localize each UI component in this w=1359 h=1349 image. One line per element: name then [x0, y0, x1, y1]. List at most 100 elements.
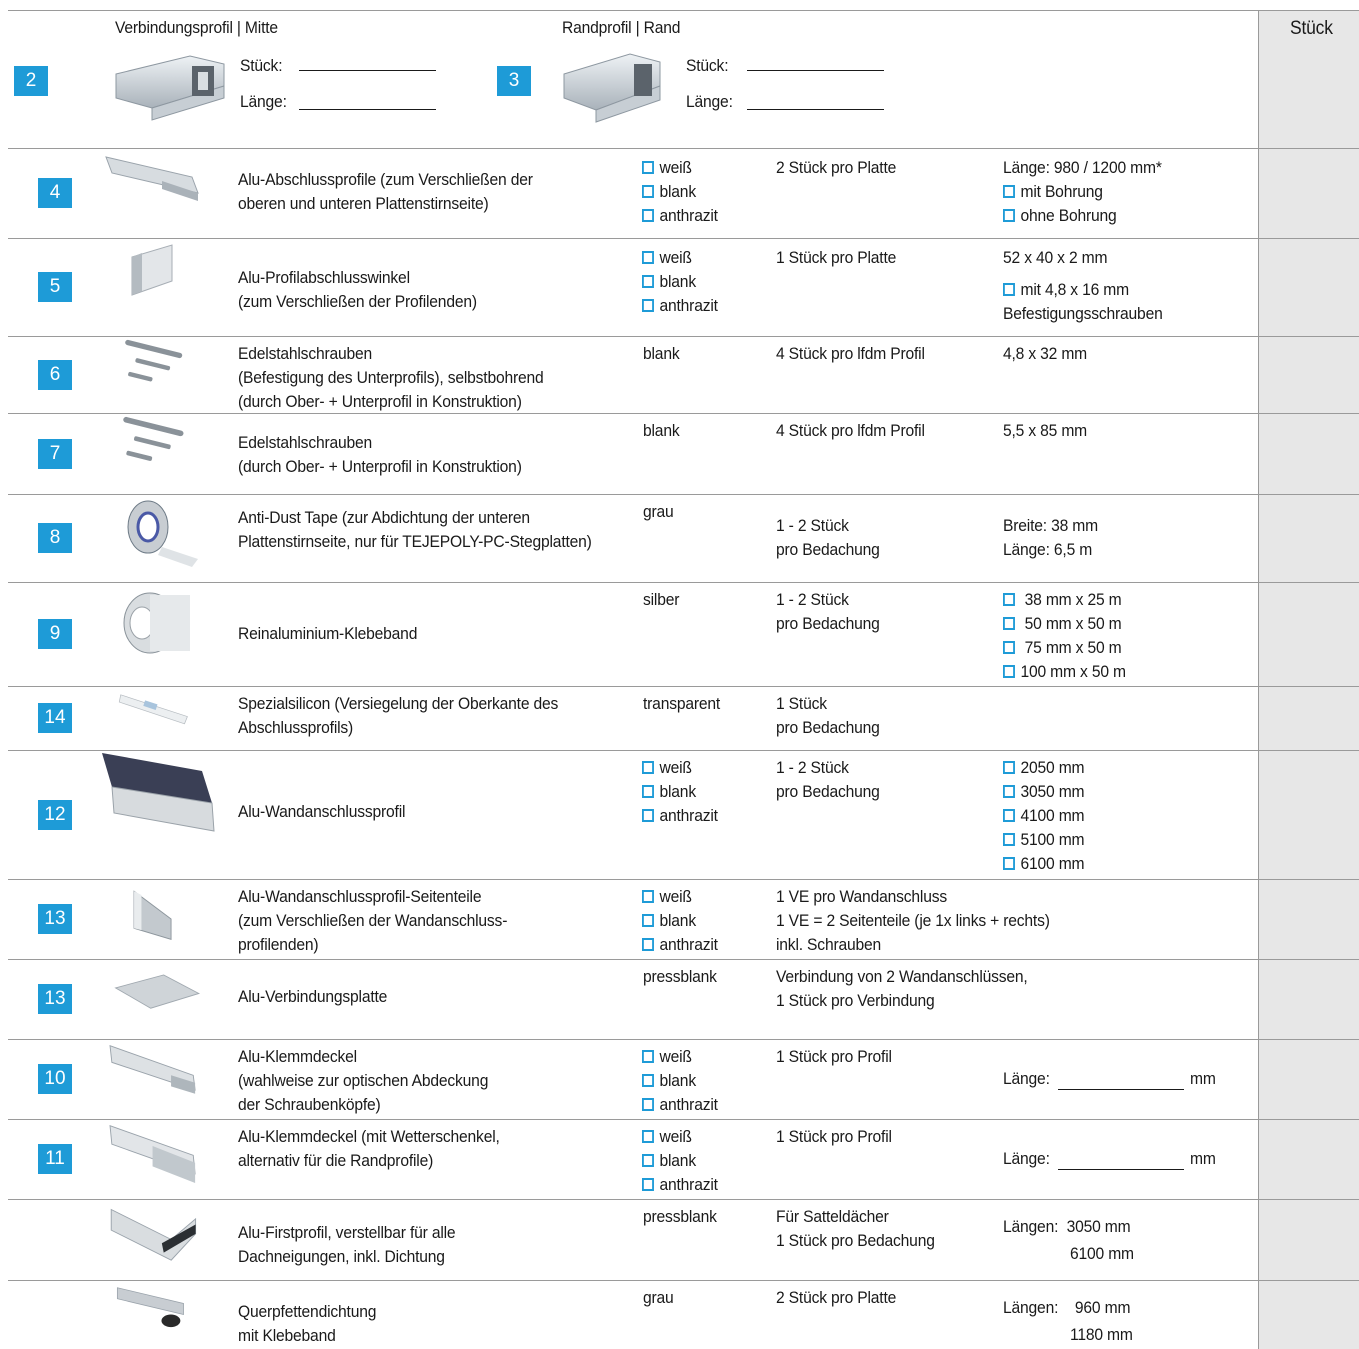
- item-row-5-spec: 52 x 40 x 2 mm: [1003, 248, 1108, 267]
- item-row-5-spec-option-checkbox[interactable]: [1003, 283, 1015, 296]
- item-row-7-badge: 7: [38, 438, 72, 469]
- stueck-column-border: [1258, 10, 1259, 1349]
- item-row-10-color-option-checkbox[interactable]: [642, 1074, 654, 1087]
- item-row-4-spec-option: ohne Bohrung: [1003, 204, 1117, 228]
- item-row-11-product-image: [102, 1122, 217, 1196]
- item-row-12-color-option-checkbox[interactable]: [642, 809, 654, 822]
- stueck-column[interactable]: [1258, 10, 1359, 1349]
- item-row-5-badge: 5: [38, 272, 72, 302]
- item2-laenge-field[interactable]: [299, 91, 436, 110]
- item-row-10-length-field[interactable]: [1058, 1071, 1184, 1090]
- item-row-13-color-option-checkbox[interactable]: [642, 890, 654, 903]
- item-row-7-quantity: 4 Stück pro lfdm Profil: [776, 421, 925, 440]
- item-row-5-description: (zum Verschließen der Profilenden): [238, 292, 477, 311]
- item-row-12-color-option-checkbox[interactable]: [642, 785, 654, 798]
- row-divider: [8, 148, 1359, 149]
- item2-badge: 2: [14, 66, 48, 96]
- item-row-10-color-option-checkbox[interactable]: [642, 1050, 654, 1063]
- randprofil-image: [560, 50, 665, 124]
- item-row-5-color-option-checkbox[interactable]: [642, 275, 654, 288]
- item-row-13-color-option-checkbox[interactable]: [642, 914, 654, 927]
- item-row-6-description: (durch Ober- + Unterprofil in Konstrukti…: [238, 392, 522, 411]
- item-row-4-color-option-checkbox[interactable]: [642, 161, 654, 174]
- item-row-13-color-option-label: anthrazit: [659, 935, 718, 954]
- item-row-12-spec-option-checkbox[interactable]: [1003, 833, 1015, 846]
- item-row-9-spec-option-label: 100 mm x 50 m: [1020, 662, 1126, 681]
- item-row-13-product-image: [102, 962, 217, 1036]
- item-row-10-quantity: 1 Stück pro Profil: [776, 1047, 892, 1066]
- item-row-9-spec-option-checkbox[interactable]: [1003, 665, 1015, 678]
- item-row-4-color-option-checkbox[interactable]: [642, 209, 654, 222]
- item-row-8-quantity: 1 - 2 Stück: [776, 516, 849, 535]
- item-row-12-spec-option-label: 5100 mm: [1020, 830, 1085, 849]
- item-row-9-spec-option-label: 38 mm x 25 m: [1020, 590, 1122, 609]
- item-row-10-description: der Schraubenköpfe): [238, 1095, 381, 1114]
- item-row-7-description: Edelstahlschrauben: [238, 433, 373, 452]
- item-row-11-color-option-checkbox[interactable]: [642, 1154, 654, 1167]
- item-row-12-spec-option-checkbox[interactable]: [1003, 809, 1015, 822]
- row-divider: [8, 413, 1359, 414]
- item-row-13-color-option: blank: [642, 909, 696, 933]
- item-row-4-description: oberen und unteren Plattenstirnseite): [238, 194, 489, 213]
- item3-stueck-field[interactable]: [747, 52, 884, 71]
- item-row-4-spec-option: mit Bohrung: [1003, 180, 1103, 204]
- item-row-12-spec-option-checkbox[interactable]: [1003, 785, 1015, 798]
- item-row-9-spec-option-checkbox[interactable]: [1003, 641, 1015, 654]
- item-row-12-quantity: 1 - 2 Stück: [776, 758, 849, 777]
- item-row-10-color-option-checkbox[interactable]: [642, 1098, 654, 1111]
- item-row-12-spec-option-checkbox[interactable]: [1003, 857, 1015, 870]
- item-row-11-color-option-checkbox[interactable]: [642, 1178, 654, 1191]
- item-row-5-quantity: 1 Stück pro Platte: [776, 248, 897, 267]
- item-row-9-spec-option: 50 mm x 50 m: [1003, 612, 1122, 636]
- item-row-4-color-option-label: blank: [659, 182, 696, 201]
- item-row-4-spec-option-checkbox[interactable]: [1003, 185, 1015, 198]
- item-row-9-product-image: [102, 585, 217, 665]
- item-row-5-spec-option: mit 4,8 x 16 mm: [1003, 278, 1129, 302]
- item-row-5-color-option-checkbox[interactable]: [642, 299, 654, 312]
- item-row-14-description: Abschlussprofils): [238, 718, 354, 737]
- item3-laenge-field[interactable]: [747, 91, 884, 110]
- item-row-9-spec-option-checkbox[interactable]: [1003, 617, 1015, 630]
- item-row-12-color-option-checkbox[interactable]: [642, 761, 654, 774]
- item-row-5-color-option-checkbox[interactable]: [642, 251, 654, 264]
- row-divider: [8, 750, 1359, 751]
- item-row-13-badge: 13: [38, 904, 72, 934]
- item-row-9-spec-option-label: 75 mm x 50 m: [1020, 638, 1122, 657]
- item-row-10-length-unit: mm: [1190, 1069, 1216, 1088]
- item-row-12-color-option-label: weiß: [659, 758, 692, 777]
- item-row-x12-quantity: Für Satteldächer: [776, 1207, 889, 1226]
- item-row-6-product-image: [102, 339, 217, 410]
- item3-stueck-label: Stück:: [686, 56, 729, 75]
- row-divider: [8, 686, 1359, 687]
- item-row-12-spec-option-label: 6100 mm: [1020, 854, 1085, 873]
- item-row-12-product-image: [102, 753, 217, 833]
- item-row-10-color-option-label: blank: [659, 1071, 696, 1090]
- item-row-11-color-option-checkbox[interactable]: [642, 1130, 654, 1143]
- item-row-7-color: blank: [643, 421, 680, 440]
- item-row-4-color-option-label: weiß: [659, 158, 692, 177]
- item2-stueck-field[interactable]: [299, 52, 436, 71]
- item-row-12-spec-option-label: 2050 mm: [1020, 758, 1085, 777]
- item-row-10-badge: 10: [38, 1064, 72, 1094]
- item-row-9-spec-option-checkbox[interactable]: [1003, 593, 1015, 606]
- row-divider: [8, 336, 1359, 337]
- order-form: Stück Verbindungsprofil | Mitte 2 Stück:…: [0, 0, 1359, 1349]
- row-divider: [8, 494, 1359, 495]
- item-row-4-color-option-checkbox[interactable]: [642, 185, 654, 198]
- item-row-11-color-option-label: blank: [659, 1151, 696, 1170]
- item-row-12-spec-option: 4100 mm: [1003, 804, 1085, 828]
- item-row-9-color: silber: [643, 590, 680, 609]
- item-row-5-spec-option-label: mit 4,8 x 16 mm: [1020, 280, 1129, 299]
- item-row-12-spec-option-checkbox[interactable]: [1003, 761, 1015, 774]
- item-row-12-spec-option-label: 3050 mm: [1020, 782, 1085, 801]
- item-row-10-color-option-label: anthrazit: [659, 1095, 718, 1114]
- item-row-13-color-option-checkbox[interactable]: [642, 938, 654, 951]
- item-row-8-product-image: [102, 497, 217, 577]
- item-row-11-length-field[interactable]: [1058, 1151, 1184, 1170]
- item-row-8-description: Plattenstirnseite, nur für TEJEPOLY-PC-S…: [238, 532, 592, 551]
- item-row-4-spec-option-checkbox[interactable]: [1003, 209, 1015, 222]
- item-row-10-product-image: [102, 1042, 217, 1116]
- item-row-10-length-label: Länge:: [1003, 1069, 1050, 1088]
- item-row-10-description: (wahlweise zur optischen Abdeckung: [238, 1071, 489, 1090]
- item-row-x13-product-image: [102, 1283, 217, 1346]
